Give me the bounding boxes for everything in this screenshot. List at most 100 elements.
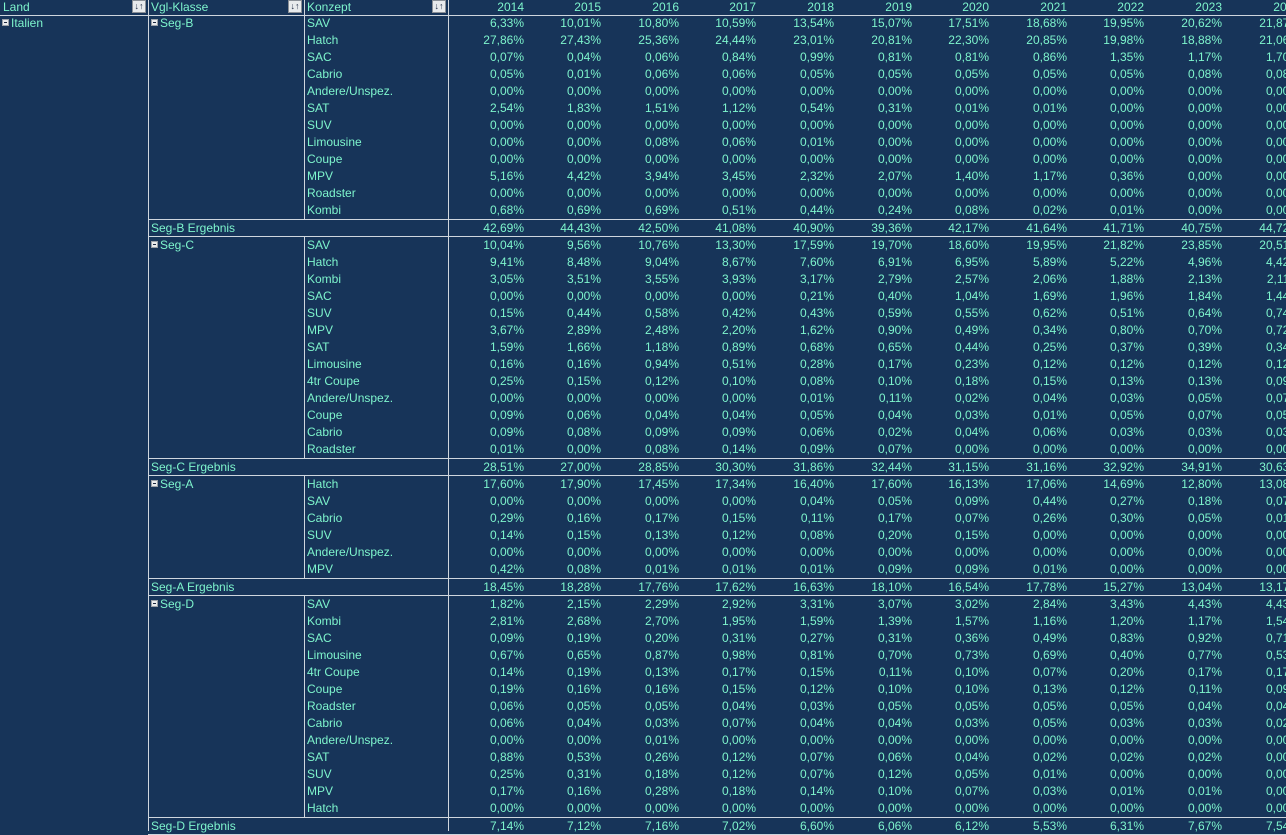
column-header-year[interactable]: 2019 [836,0,914,15]
value-cell: 0,10% [877,682,912,696]
value-cell: 0,01% [566,67,601,81]
value-cell: 0,90% [877,323,912,337]
group-cell-seg-a[interactable]: Seg-A [149,476,304,493]
column-header-year[interactable]: 2018 [758,0,836,15]
value-cell: 4,42% [566,169,601,183]
value-cell: 0,13% [1032,682,1067,696]
value-cell: 0,05% [954,67,989,81]
collapse-icon[interactable] [151,480,158,488]
value-cell: 0,00% [1187,528,1222,542]
value-cell: 0,12% [799,682,834,696]
column-header-year[interactable]: 2024 [1224,0,1286,15]
value-cell: 0,00% [566,135,601,149]
value-cell: 0,68% [799,340,834,354]
value-cell: 0,08% [644,135,679,149]
value-cell: 0,42% [489,562,524,576]
column-header-year[interactable]: 2014 [448,0,526,15]
value-cell: 0,19% [566,665,601,679]
value-cell: 0,00% [721,186,756,200]
value-cell: 18,68% [1026,16,1067,30]
total-value-cell: 7,16% [644,819,679,833]
group-cell-seg-b[interactable]: Seg-B [149,15,304,32]
total-value-cell: 39,36% [871,221,912,235]
value-cell: 0,34% [1265,340,1286,354]
value-cell: 20,81% [871,33,912,47]
total-value-cell: 31,16% [1026,460,1067,474]
value-cell: 0,00% [1109,101,1144,115]
value-cell: 0,00% [1032,118,1067,132]
value-cell: 0,00% [644,801,679,815]
value-cell: 0,04% [799,494,834,508]
value-cell: 0,40% [1109,648,1144,662]
value-cell: 0,03% [1187,425,1222,439]
sort-icon[interactable]: ↓↑ [288,0,302,13]
value-cell: 0,58% [644,306,679,320]
value-cell: 2,29% [644,597,679,611]
value-cell: 0,01% [954,101,989,115]
value-cell: 3,93% [721,272,756,286]
value-cell: 0,08% [1187,67,1222,81]
column-header-year[interactable]: 2021 [991,0,1069,15]
value-cell: 2,11% [1266,272,1286,286]
value-cell: 0,81% [799,648,834,662]
land-label: Italien [11,16,44,30]
value-cell: 0,92% [1187,631,1222,645]
value-cell: 0,00% [721,118,756,132]
value-cell: 0,00% [489,801,524,815]
value-cell: 9,04% [644,255,679,269]
value-cell: 0,00% [644,289,679,303]
value-cell: 1,82% [489,597,524,611]
column-header-year[interactable]: 2017 [681,0,758,15]
value-cell: 0,00% [1187,118,1222,132]
value-cell: 0,26% [644,750,679,764]
value-cell: 0,98% [721,648,756,662]
value-cell: 0,06% [721,67,756,81]
group-cell-seg-c[interactable]: Seg-C [149,237,304,254]
value-cell: 0,08% [566,562,601,576]
column-header-year[interactable]: 2023 [1146,0,1224,15]
value-cell: 0,39% [1187,340,1222,354]
collapse-icon[interactable] [151,600,158,608]
column-header-land[interactable]: Land [0,0,148,15]
column-header-year[interactable]: 2022 [1069,0,1146,15]
total-value-cell: 16,63% [793,580,834,594]
value-cell: 3,07% [877,597,912,611]
collapse-icon[interactable] [151,19,158,27]
value-cell: 27,43% [560,33,601,47]
konzept-cell: SAC [307,631,332,645]
value-cell: 0,00% [1032,801,1067,815]
value-cell: 0,07% [954,511,989,525]
sort-icon[interactable]: ↓↑ [432,0,446,13]
group-cell-seg-d[interactable]: Seg-D [149,596,304,613]
value-cell: 0,07% [489,50,524,64]
value-cell: 0,00% [489,152,524,166]
total-value-cell: 40,75% [1181,221,1222,235]
column-header-year[interactable]: 2016 [603,0,681,15]
column-header-vgl-klasse[interactable]: Vgl-Klasse [148,0,304,15]
total-value-cell: 40,90% [793,221,834,235]
collapse-icon[interactable] [2,19,9,27]
value-cell: 0,03% [1109,716,1144,730]
value-cell: 0,03% [1187,716,1222,730]
land-cell-italien[interactable]: Italien [0,15,148,32]
group-divider [304,15,305,219]
value-cell: 0,09% [954,562,989,576]
value-cell: 0,27% [1109,494,1144,508]
column-header-konzept[interactable]: Konzept [304,0,448,15]
value-cell: 0,11% [800,511,834,525]
value-cell: 0,00% [1032,84,1067,98]
sort-icon[interactable]: ↓↑ [132,0,146,13]
value-cell: 0,12% [877,767,912,781]
column-header-year[interactable]: 2020 [914,0,991,15]
value-cell: 0,03% [1109,425,1144,439]
total-value-cell: 7,12% [566,819,601,833]
value-cell: 0,13% [1109,374,1144,388]
value-cell: 0,44% [799,203,834,217]
column-header-year[interactable]: 2015 [526,0,603,15]
collapse-icon[interactable] [151,241,158,249]
konzept-cell: Cabrio [307,511,343,525]
value-cell: 0,00% [489,186,524,200]
value-cell: 0,70% [877,648,912,662]
value-cell: 0,06% [799,425,834,439]
konzept-cell: SUV [307,767,332,781]
